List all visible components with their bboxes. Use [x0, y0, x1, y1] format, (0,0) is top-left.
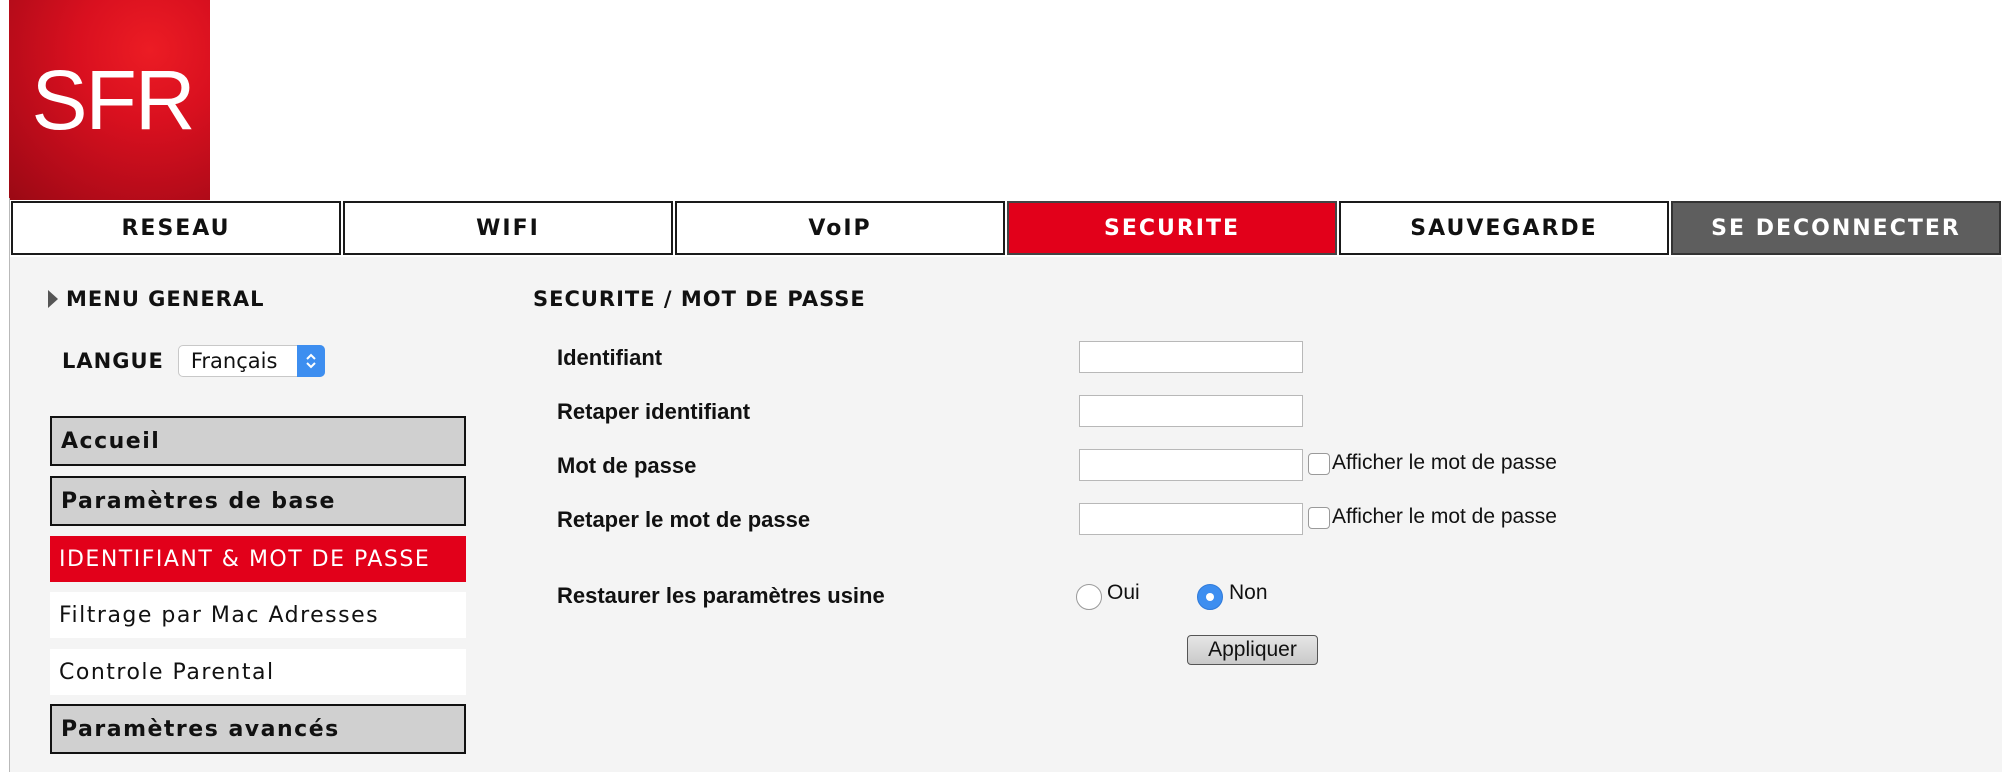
- factory-reset-non-label[interactable]: Non: [1229, 581, 1268, 605]
- tab-sauvegarde[interactable]: SAUVEGARDE: [1339, 201, 1669, 255]
- sidebar-item-parametres-de-base[interactable]: Paramètres de base: [50, 476, 466, 526]
- top-navigation: RESEAU WIFI VoIP SECURITE SAUVEGARDE SE …: [11, 201, 2002, 255]
- identifiant-input[interactable]: [1079, 341, 1303, 373]
- factory-reset-oui-radio[interactable]: [1076, 584, 1102, 610]
- language-row: LANGUE Français: [62, 345, 325, 377]
- retaper-mot-de-passe-input[interactable]: [1079, 503, 1303, 535]
- factory-reset-label: Restaurer les paramètres usine: [557, 583, 885, 608]
- sidebar-item-identifiant-mot-de-passe[interactable]: IDENTIFIANT & MOT DE PASSE: [50, 536, 466, 582]
- show-password-confirm-label[interactable]: Afficher le mot de passe: [1332, 505, 1557, 529]
- sidebar-item-controle-parental[interactable]: Controle Parental: [50, 649, 466, 695]
- retaper-identifiant-input[interactable]: [1079, 395, 1303, 427]
- page: SFR RESEAU WIFI VoIP SECURITE SAUVEGARDE…: [0, 0, 2012, 772]
- language-selected-value: Français: [190, 349, 278, 373]
- logout-button[interactable]: SE DECONNECTER: [1671, 201, 2001, 255]
- language-label: LANGUE: [62, 349, 164, 373]
- show-password-label[interactable]: Afficher le mot de passe: [1332, 451, 1557, 475]
- tab-voip[interactable]: VoIP: [675, 201, 1005, 255]
- content-panel: MENU GENERAL LANGUE Français Accueil Par…: [10, 257, 2002, 772]
- mot-de-passe-label: Mot de passe: [557, 453, 697, 478]
- tab-wifi[interactable]: WIFI: [343, 201, 673, 255]
- mot-de-passe-input[interactable]: [1079, 449, 1303, 481]
- left-divider: [9, 198, 10, 772]
- menu-general-label: MENU GENERAL: [66, 287, 265, 311]
- show-password-confirm-checkbox[interactable]: [1308, 507, 1330, 529]
- logo-text: SFR: [31, 52, 196, 147]
- tab-reseau[interactable]: RESEAU: [11, 201, 341, 255]
- sidebar-item-filtrage-mac[interactable]: Filtrage par Mac Adresses: [50, 592, 466, 638]
- language-select[interactable]: Français: [177, 345, 325, 377]
- factory-reset-oui-label[interactable]: Oui: [1107, 581, 1140, 605]
- retaper-identifiant-label: Retaper identifiant: [557, 399, 751, 424]
- menu-general-heading[interactable]: MENU GENERAL: [48, 287, 265, 311]
- retaper-mot-de-passe-label: Retaper le mot de passe: [557, 507, 811, 532]
- page-title: SECURITE / MOT DE PASSE: [533, 287, 866, 311]
- show-password-checkbox[interactable]: [1308, 453, 1330, 475]
- sidebar-item-accueil[interactable]: Accueil: [50, 416, 466, 466]
- sfr-logo: SFR: [9, 0, 210, 200]
- select-arrows-icon: [296, 345, 325, 377]
- sidebar-item-parametres-avances[interactable]: Paramètres avancés: [50, 704, 466, 754]
- apply-button[interactable]: Appliquer: [1187, 635, 1318, 665]
- factory-reset-non-radio[interactable]: [1197, 584, 1223, 610]
- tab-securite[interactable]: SECURITE: [1007, 201, 1337, 255]
- identifiant-label: Identifiant: [557, 345, 663, 370]
- triangle-right-icon: [48, 290, 58, 308]
